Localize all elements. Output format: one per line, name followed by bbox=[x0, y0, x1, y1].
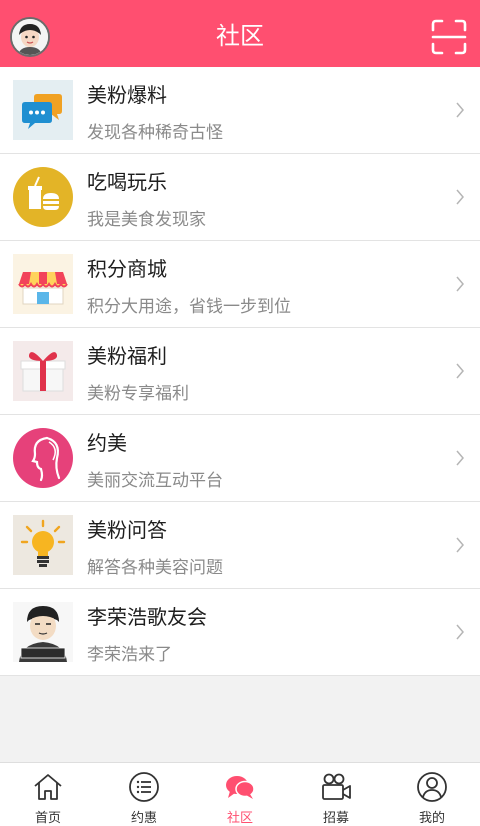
tab-community[interactable]: 社区 bbox=[192, 763, 288, 826]
tab-label: 约惠 bbox=[130, 811, 157, 826]
tab-home[interactable]: 首页 bbox=[0, 763, 96, 826]
community-chat-icon bbox=[226, 776, 255, 799]
list-item[interactable]: 约美 美丽交流互动平台 bbox=[0, 415, 480, 502]
woman-profile-icon bbox=[13, 428, 73, 488]
list-item[interactable]: 吃喝玩乐 我是美食发现家 bbox=[0, 154, 480, 241]
item-subtitle: 美粉专享福利 bbox=[87, 384, 189, 404]
video-camera-icon bbox=[322, 773, 351, 800]
tab-recruit[interactable]: 招募 bbox=[288, 763, 384, 826]
scan-button[interactable] bbox=[431, 19, 467, 55]
bottom-tab-bar: 首页 约惠 社区 招募 我的 bbox=[0, 762, 480, 826]
list-item[interactable]: 美粉福利 美粉专享福利 bbox=[0, 328, 480, 415]
gift-icon bbox=[13, 341, 73, 401]
item-title: 积分商城 bbox=[87, 257, 167, 281]
chevron-right-icon bbox=[456, 102, 464, 118]
list-item[interactable]: 李荣浩歌友会 李荣浩来了 bbox=[0, 589, 480, 676]
item-title: 李荣浩歌友会 bbox=[87, 605, 207, 629]
list-item[interactable]: 积分商城 积分大用途，省钱一步到位 bbox=[0, 241, 480, 328]
item-title: 吃喝玩乐 bbox=[87, 170, 167, 194]
item-subtitle: 积分大用途，省钱一步到位 bbox=[87, 297, 291, 317]
scan-icon bbox=[431, 19, 467, 55]
item-subtitle: 我是美食发现家 bbox=[87, 210, 206, 230]
item-title: 约美 bbox=[87, 431, 127, 455]
tab-deals[interactable]: 约惠 bbox=[96, 763, 192, 826]
tab-label: 招募 bbox=[322, 811, 349, 826]
item-title: 美粉爆料 bbox=[87, 83, 167, 107]
item-subtitle: 李荣浩来了 bbox=[87, 645, 172, 665]
fan-club-avatar-icon bbox=[13, 602, 73, 662]
user-icon bbox=[417, 772, 447, 802]
shop-icon bbox=[13, 254, 73, 314]
page-title: 社区 bbox=[216, 22, 264, 50]
food-drink-icon bbox=[13, 167, 73, 227]
chevron-right-icon bbox=[456, 189, 464, 205]
lightbulb-icon bbox=[13, 515, 73, 575]
item-title: 美粉问答 bbox=[87, 518, 167, 542]
chat-bubbles-icon bbox=[13, 80, 73, 140]
top-bar: 社区 bbox=[0, 0, 480, 67]
chevron-right-icon bbox=[456, 537, 464, 553]
chevron-right-icon bbox=[456, 363, 464, 379]
chevron-right-icon bbox=[456, 276, 464, 292]
tab-label: 社区 bbox=[226, 811, 253, 826]
tab-me[interactable]: 我的 bbox=[384, 763, 480, 826]
tab-label: 首页 bbox=[34, 811, 61, 826]
list-item[interactable]: 美粉问答 解答各种美容问题 bbox=[0, 502, 480, 589]
home-icon bbox=[34, 774, 62, 800]
tab-label: 我的 bbox=[418, 811, 445, 826]
item-subtitle: 美丽交流互动平台 bbox=[87, 471, 223, 491]
chevron-right-icon bbox=[456, 624, 464, 640]
item-subtitle: 解答各种美容问题 bbox=[87, 558, 223, 578]
item-title: 美粉福利 bbox=[87, 344, 167, 368]
app-screen: 社区 美粉爆料 发现各种稀奇古怪 吃喝玩乐 我是美食发现家 积分商城 积分大用途… bbox=[0, 0, 480, 826]
community-list: 美粉爆料 发现各种稀奇古怪 吃喝玩乐 我是美食发现家 积分商城 积分大用途，省钱… bbox=[0, 67, 480, 676]
list-icon bbox=[129, 772, 159, 802]
list-item[interactable]: 美粉爆料 发现各种稀奇古怪 bbox=[0, 67, 480, 154]
chevron-right-icon bbox=[456, 450, 464, 466]
item-subtitle: 发现各种稀奇古怪 bbox=[87, 123, 223, 143]
